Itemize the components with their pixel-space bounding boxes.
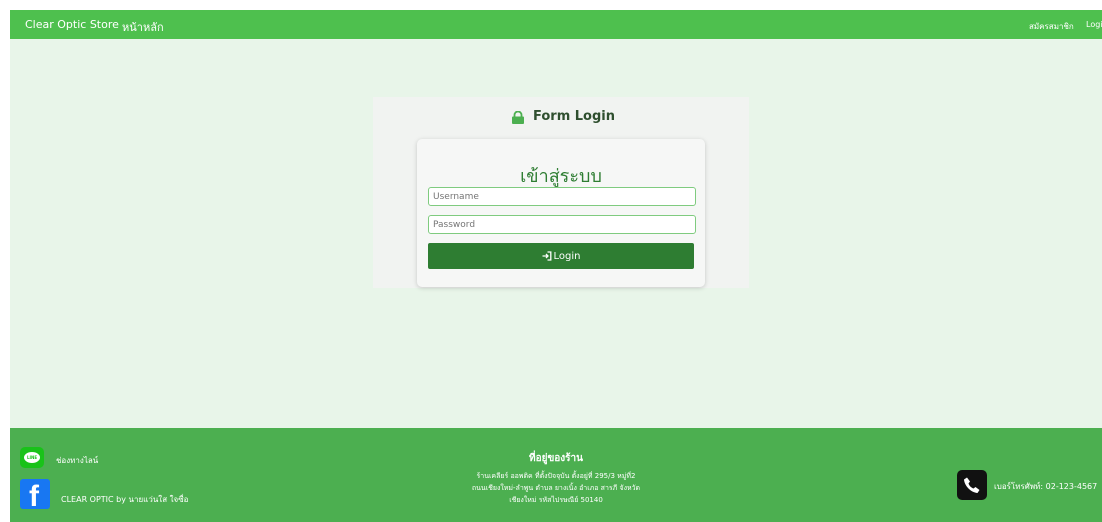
address-line: ร้านเคลียร์ ออพติค ที่ตั้งปัจจุบัน ตั้งอ… — [476, 472, 636, 480]
password-input[interactable] — [428, 215, 696, 234]
address-title: ที่อยู่ของร้าน — [528, 453, 583, 464]
login-panel-header: Form Login — [373, 97, 749, 137]
form-login-title: Form Login — [533, 109, 615, 124]
footer: LINE ช่องทางไลน์ f CLEAR OPTIC by นายแว่… — [10, 428, 1102, 522]
login-heading: เข้าสู่ระบบ — [520, 166, 602, 187]
login-button-label: Login — [553, 250, 581, 262]
login-card: เข้าสู่ระบบ Login — [417, 139, 705, 287]
nav-register-link[interactable]: สมัครสมาชิก — [1029, 20, 1074, 33]
brand-link[interactable]: Clear Optic Store — [25, 18, 119, 31]
sign-in-icon — [542, 251, 551, 261]
nav-login-link[interactable]: Logi — [1086, 20, 1102, 29]
nav-home-link[interactable]: หน้าหลัก — [122, 18, 164, 36]
navbar: Clear Optic Store หน้าหลัก สมัครสมาชิก L… — [10, 10, 1102, 39]
login-button[interactable]: Login — [428, 243, 694, 269]
address-line: ถนนเชียงใหม่-ลำพูน ตำบล ยางเนิ้ง อำเภอ ส… — [471, 484, 641, 492]
address-line: เชียงใหม่ รหัสไปรษณีย์ 50140 — [509, 496, 603, 504]
page: Clear Optic Store หน้าหลัก สมัครสมาชิก L… — [10, 10, 1102, 522]
phone-number: เบอร์โทรศัพท์: 02-123-4567 — [994, 482, 1098, 491]
username-input[interactable] — [428, 187, 696, 206]
lock-icon — [512, 111, 524, 124]
phone-icon — [957, 470, 987, 500]
login-panel: Form Login เข้าสู่ระบบ Login — [373, 97, 749, 288]
